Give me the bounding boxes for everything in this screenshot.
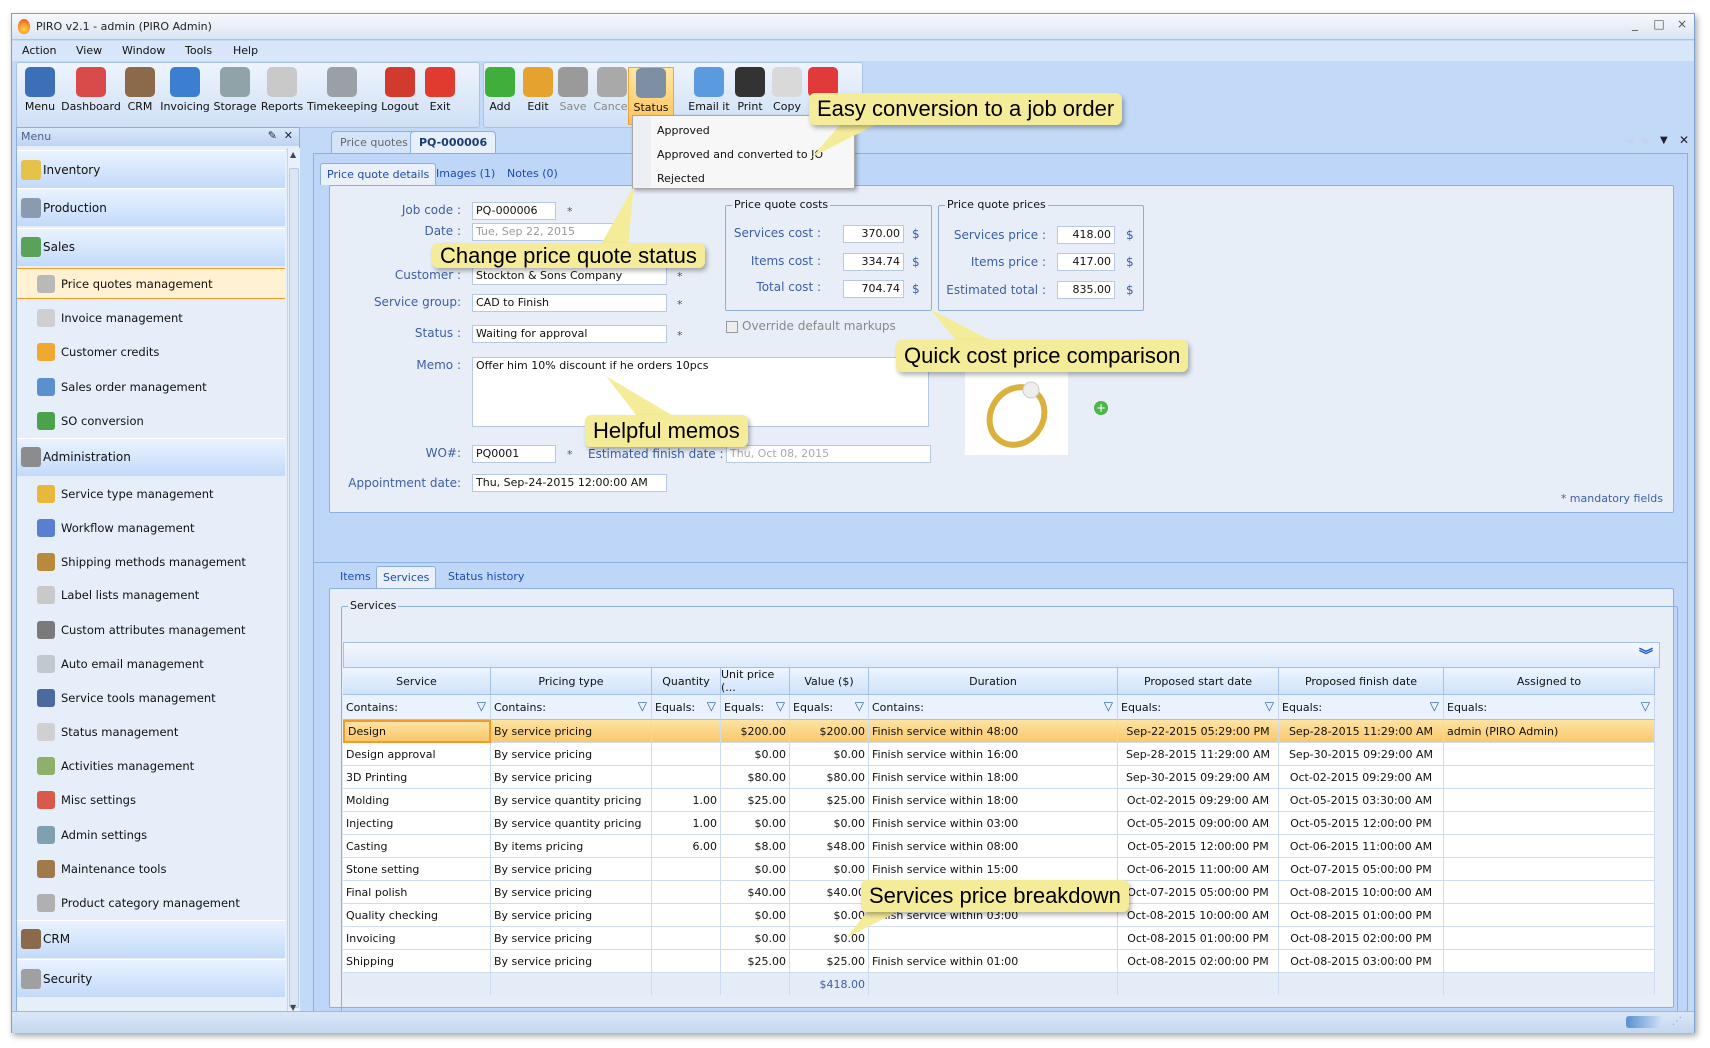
- callout-pointer-status: [600, 186, 634, 246]
- callout-change-status: Change price quote status: [432, 243, 705, 268]
- callout-pointer-conversion: [812, 125, 875, 157]
- callout-helpful-memos: Helpful memos: [585, 415, 748, 447]
- callout-services-price-breakdown: Services price breakdown: [861, 880, 1129, 912]
- callout-pointer-memos: [606, 376, 680, 420]
- callout-pointers: [600, 125, 1000, 938]
- callout-cost-price-comparison: Quick cost price comparison: [896, 340, 1189, 372]
- callout-easy-conversion: Easy conversion to a job order: [809, 93, 1123, 125]
- callout-pointer-breakdown: [846, 908, 905, 938]
